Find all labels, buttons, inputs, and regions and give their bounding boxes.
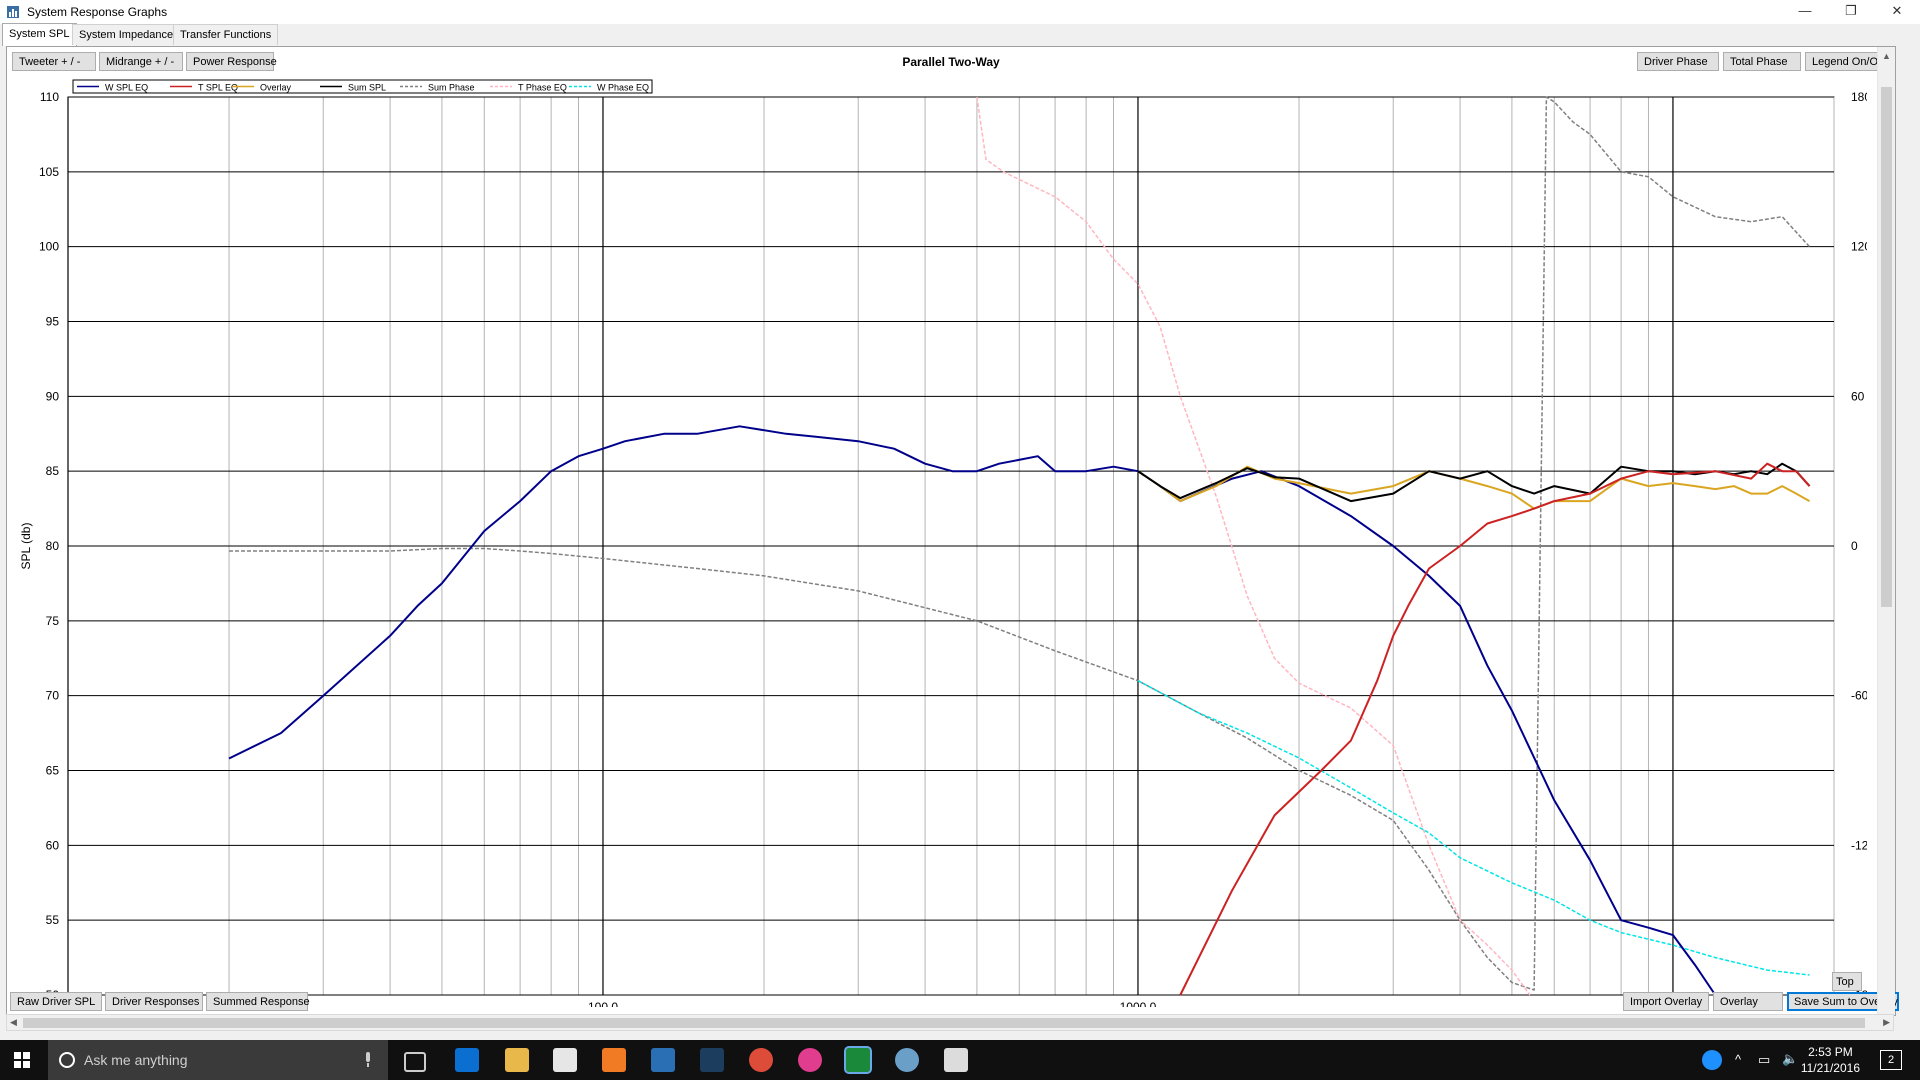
chevron-up-icon[interactable]: ^: [1735, 1052, 1741, 1067]
y2-tick-label: 180: [1851, 90, 1867, 104]
horizontal-scroll-thumb[interactable]: [23, 1018, 1865, 1028]
paint-icon[interactable]: [895, 1048, 919, 1072]
y2-tick-label: 120: [1851, 240, 1867, 254]
notifications-icon[interactable]: 2: [1880, 1050, 1902, 1070]
avast-icon[interactable]: [602, 1048, 626, 1072]
speaker-design-app-icon[interactable]: [844, 1046, 872, 1074]
vertical-scrollbar[interactable]: ▲: [1877, 47, 1895, 1015]
legend-label: Sum Phase: [428, 83, 475, 93]
tab-transfer-functions[interactable]: Transfer Functions: [173, 24, 279, 45]
legend-label: Overlay: [260, 83, 292, 93]
close-button[interactable]: ✕: [1874, 0, 1920, 24]
minimize-button[interactable]: —: [1782, 0, 1828, 24]
photos-icon[interactable]: [944, 1048, 968, 1072]
graph-panel: Tweeter + / - Midrange + / - Power Respo…: [6, 46, 1899, 1016]
search-placeholder: Ask me anything: [84, 1052, 188, 1068]
network-icon[interactable]: ▭: [1758, 1052, 1770, 1068]
y-tick-label: 80: [46, 539, 60, 553]
clock-date: 11/21/2016: [1800, 1061, 1860, 1075]
y-tick-label: 85: [46, 464, 60, 478]
y-tick-label: 95: [46, 315, 60, 329]
driver-phase-button[interactable]: Driver Phase: [1637, 52, 1719, 71]
y-tick-label: 70: [46, 689, 60, 703]
x-tick-label: 100.0: [588, 1000, 618, 1007]
tab-strip: System SPL System Impedance Transfer Fun…: [0, 23, 1920, 46]
y2-tick-label: -60: [1851, 689, 1867, 703]
restore-button[interactable]: ❐: [1828, 0, 1874, 24]
windows-start-icon[interactable]: [14, 1052, 30, 1068]
edge-browser-icon[interactable]: [455, 1048, 479, 1072]
y-tick-label: 105: [39, 165, 59, 179]
window-titlebar: System Response Graphs — ❐ ✕: [0, 0, 1920, 24]
top-button[interactable]: Top: [1832, 972, 1862, 991]
tab-system-spl[interactable]: System SPL: [2, 23, 77, 46]
horizontal-scrollbar[interactable]: ◀ ▶: [6, 1014, 1894, 1031]
y-axis-label: SPL (db): [19, 523, 33, 570]
taskbar-clock[interactable]: 2:53 PM 11/21/2016: [1801, 1044, 1860, 1076]
scroll-right-icon[interactable]: ▶: [1883, 1017, 1890, 1028]
driver-responses-button[interactable]: Driver Responses: [105, 992, 203, 1011]
legend-label: W SPL EQ: [105, 83, 148, 93]
total-phase-button[interactable]: Total Phase: [1723, 52, 1801, 71]
legend-label: W Phase EQ: [597, 83, 649, 93]
y-tick-label: 60: [46, 838, 60, 852]
y-tick-label: 65: [46, 764, 60, 778]
cortana-circle-icon: [59, 1052, 75, 1068]
volume-icon[interactable]: 🔈: [1782, 1051, 1798, 1067]
file-explorer-icon[interactable]: [505, 1048, 529, 1072]
shield-app-icon[interactable]: [651, 1048, 675, 1072]
scroll-up-icon[interactable]: ▲: [1882, 51, 1891, 61]
store-icon[interactable]: [553, 1048, 577, 1072]
chrome-icon[interactable]: [749, 1048, 773, 1072]
y-tick-label: 55: [46, 913, 60, 927]
help-icon[interactable]: [1702, 1050, 1722, 1070]
raw-driver-spl-button[interactable]: Raw Driver SPL: [10, 992, 102, 1011]
microphone-icon[interactable]: [363, 1052, 373, 1068]
summed-response-button[interactable]: Summed Response: [206, 992, 310, 1011]
window-title: System Response Graphs: [27, 5, 168, 19]
y2-tick-label: 60: [1851, 389, 1865, 403]
chart-title: Parallel Two-Way: [902, 55, 1000, 69]
legend-label: T SPL EQ: [198, 83, 238, 93]
taskbar: Ask me anything ^ ▭ 🔈 2:53 PM 11/21/2016…: [0, 1040, 1920, 1080]
import-overlay-button[interactable]: Import Overlay: [1623, 992, 1709, 1011]
legend-label: Sum SPL: [348, 83, 386, 93]
steam-icon[interactable]: [700, 1048, 724, 1072]
legend-label: T Phase EQ: [518, 83, 567, 93]
vertical-scroll-thumb[interactable]: [1881, 87, 1892, 607]
y2-tick-label: 0: [1851, 539, 1858, 553]
y-tick-label: 100: [39, 240, 59, 254]
y-tick-label: 90: [46, 389, 60, 403]
task-view-icon[interactable]: [404, 1052, 426, 1072]
tab-system-impedance[interactable]: System Impedance: [72, 24, 181, 45]
spl-chart: 10.0100.01000.010000.0110105100959085807…: [19, 79, 1867, 1007]
x-tick-label: 1000.0: [1120, 1000, 1157, 1007]
y2-tick-label: -120: [1851, 838, 1867, 852]
clock-time: 2:53 PM: [1808, 1045, 1853, 1059]
itunes-icon[interactable]: [798, 1048, 822, 1072]
overlay-button[interactable]: Overlay: [1713, 992, 1783, 1011]
taskbar-search[interactable]: Ask me anything: [48, 1040, 388, 1080]
y-tick-label: 75: [46, 614, 60, 628]
scroll-left-icon[interactable]: ◀: [10, 1017, 17, 1028]
y-tick-label: 110: [40, 90, 59, 104]
app-icon: [7, 6, 19, 18]
